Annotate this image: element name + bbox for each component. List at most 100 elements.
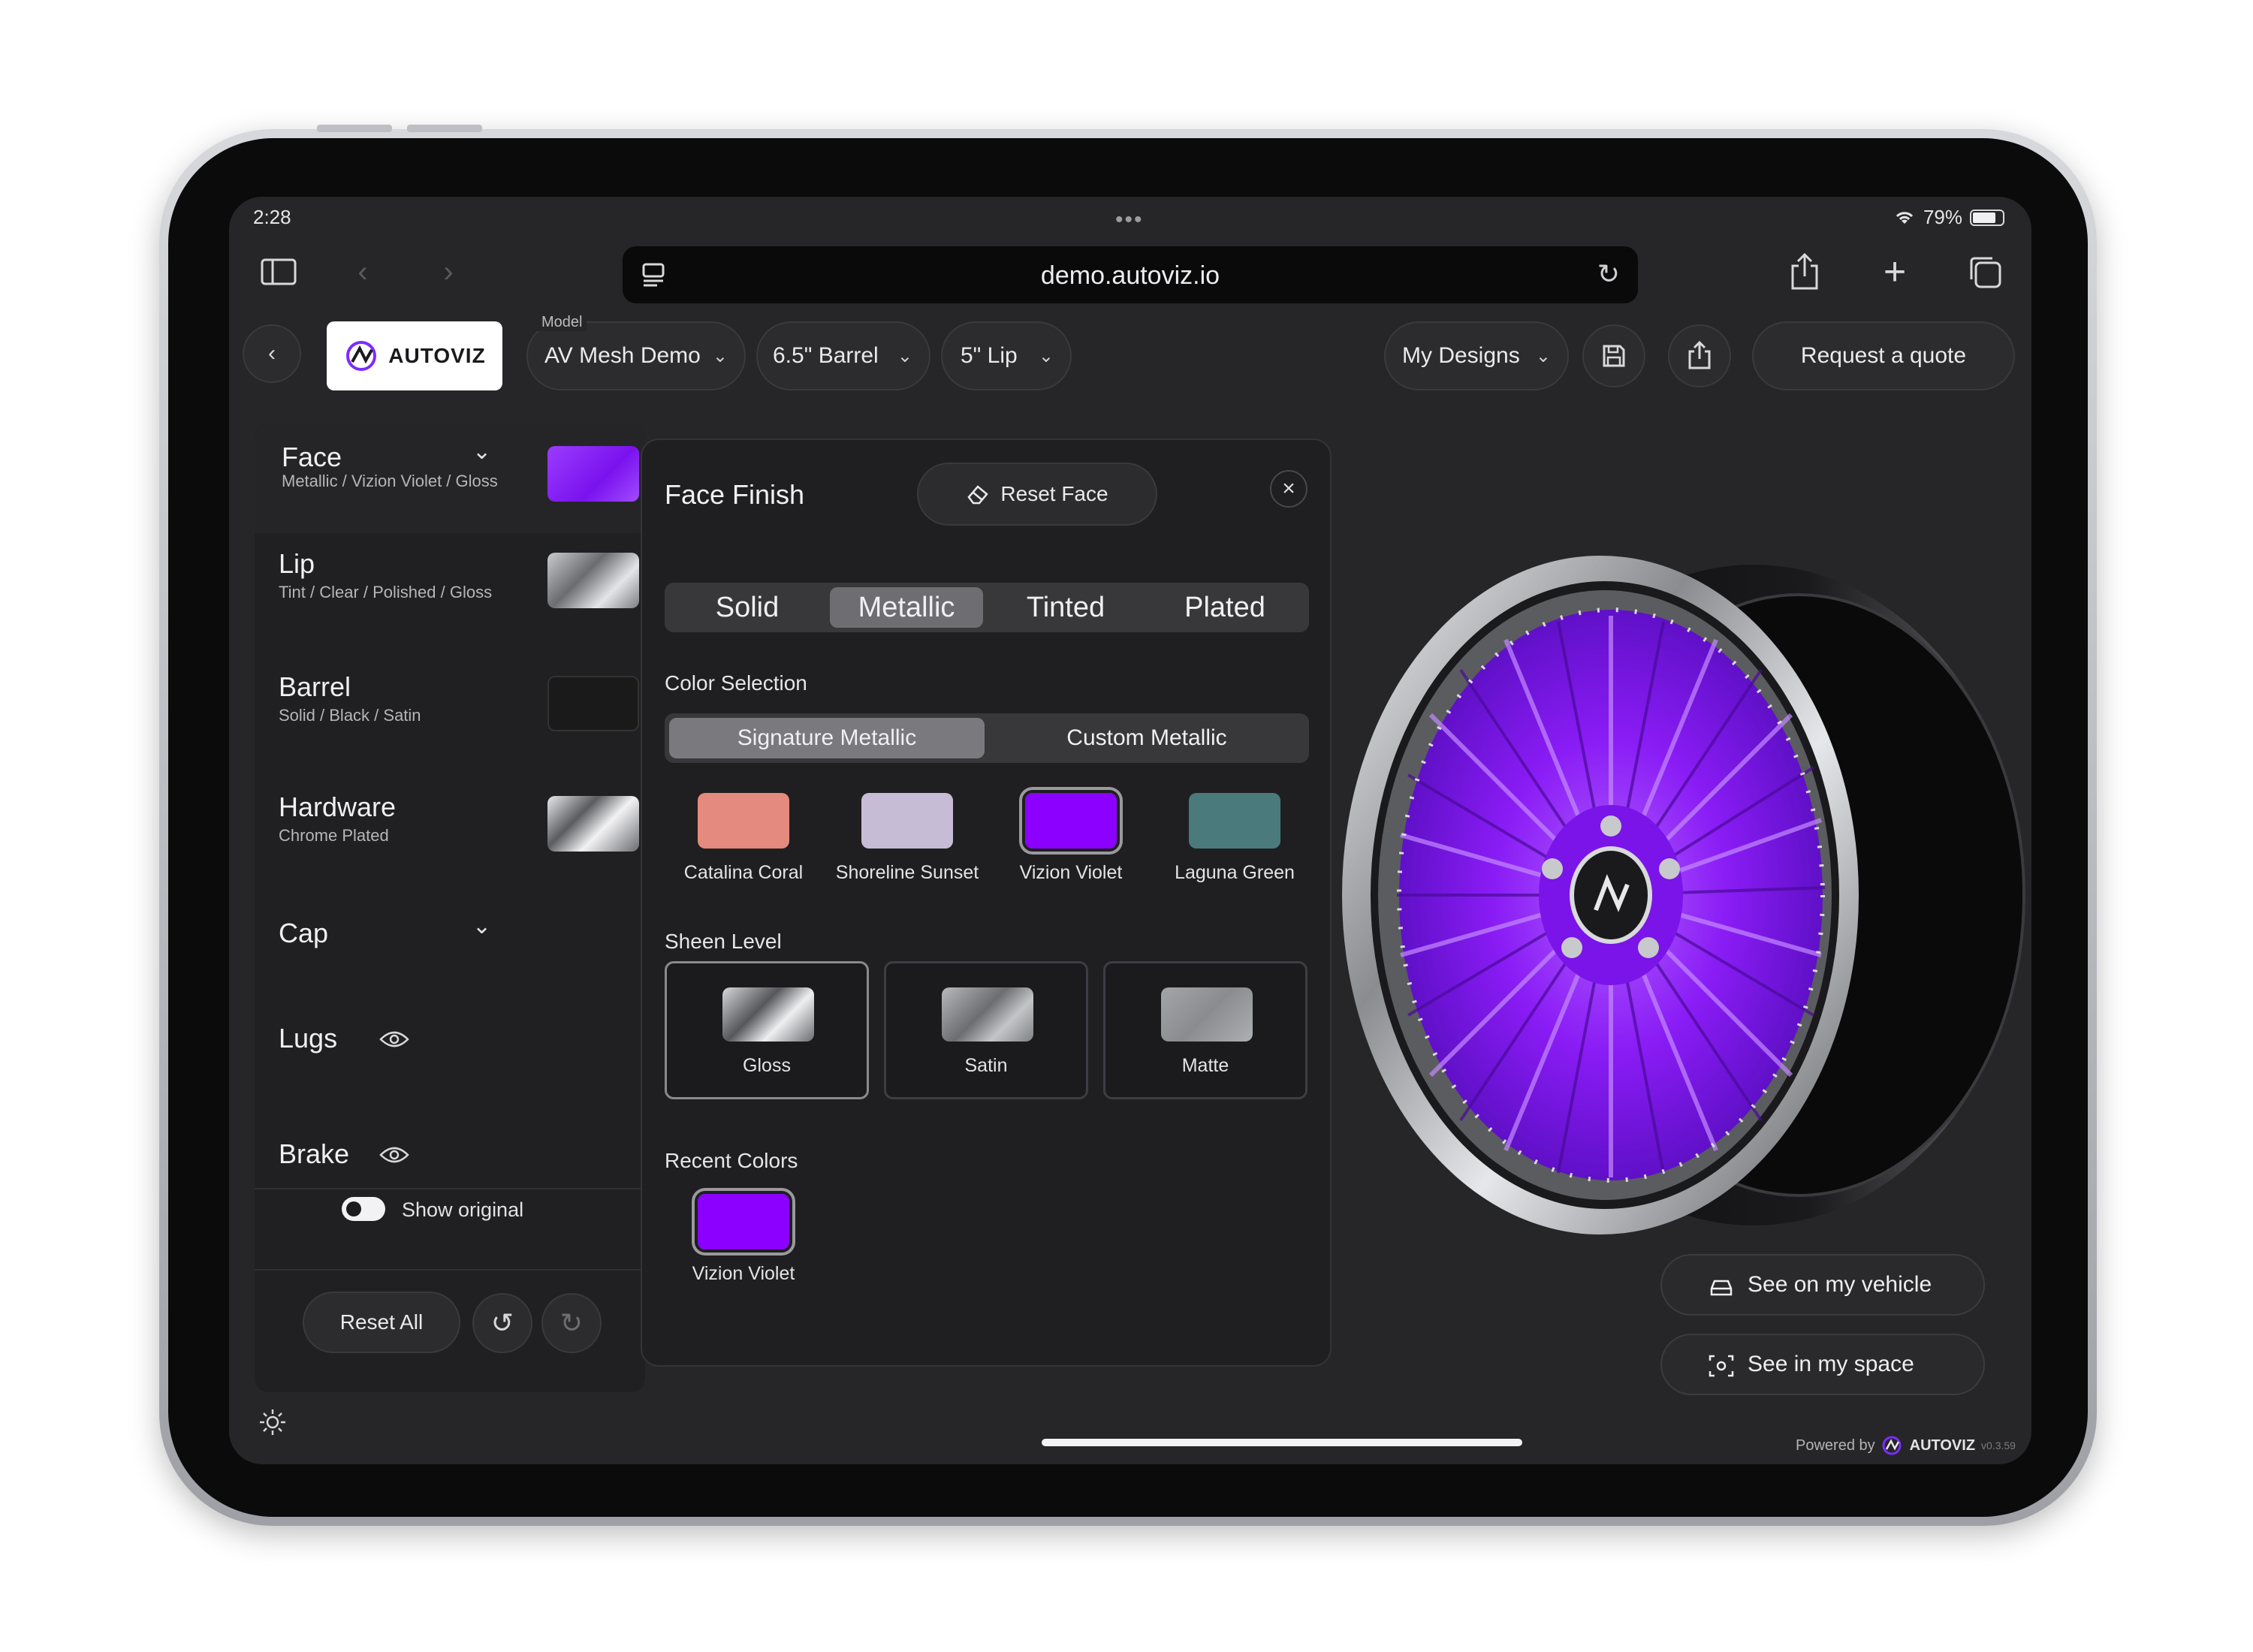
part-item-lip[interactable]: Lip Tint / Clear / Polished / Gloss: [255, 533, 645, 653]
autoviz-mark-icon: [1882, 1436, 1902, 1455]
screen: 2:28 ••• 79% ‹ › demo.autoviz.io ↻ + ‹ A…: [229, 197, 2031, 1464]
sheen-option-gloss[interactable]: Gloss: [665, 961, 869, 1099]
tab-tinted[interactable]: Tinted: [989, 587, 1142, 628]
part-sub: Tint / Clear / Polished / Gloss: [279, 583, 493, 601]
sheen-name: Gloss: [743, 1055, 791, 1076]
hardware-finish-thumb: [547, 796, 639, 852]
part-item-face[interactable]: Face Metallic / Vizion Violet / Gloss ⌄: [255, 424, 645, 533]
tab-plated[interactable]: Plated: [1148, 587, 1301, 628]
lip-value: 5" Lip: [961, 343, 1018, 368]
swatch-color[interactable]: [1022, 790, 1120, 852]
part-item-hardware[interactable]: Hardware Chrome Plated: [255, 773, 645, 894]
request-quote-button[interactable]: Request a quote: [1752, 321, 2015, 390]
share-icon: [1688, 341, 1711, 369]
address-bar[interactable]: demo.autoviz.io ↻: [623, 246, 1638, 303]
autoviz-logo: AUTOVIZ: [327, 321, 502, 390]
tab-solid[interactable]: Solid: [671, 587, 824, 628]
recent-colors-label: Recent Colors: [665, 1149, 798, 1172]
my-designs-select[interactable]: My Designs ⌄: [1384, 321, 1569, 390]
part-sub: Metallic / Vizion Violet / Gloss: [282, 472, 498, 490]
wheel-3d-render[interactable]: [1333, 550, 2031, 1241]
redo-button[interactable]: ↻: [541, 1293, 602, 1353]
chevron-down-icon: ⌄: [712, 345, 728, 366]
divider: [255, 1269, 645, 1271]
part-name: Face: [282, 442, 342, 472]
logo-text: AUTOVIZ: [388, 344, 486, 367]
powered-brand: AUTOVIZ: [1909, 1436, 1976, 1454]
autoviz-mark-icon: [346, 341, 377, 371]
sheen-option-matte[interactable]: Matte: [1103, 961, 1307, 1099]
color-source-tabs: Signature Metallic Custom Metallic: [665, 713, 1309, 763]
sheen-option-satin[interactable]: Satin: [884, 961, 1088, 1099]
swatch-item[interactable]: Shoreline Sunset: [828, 793, 986, 884]
part-sub: Chrome Plated: [279, 826, 389, 845]
share-icon[interactable]: [1784, 251, 1826, 293]
color-selection-label: Color Selection: [665, 671, 807, 695]
powered-by: Powered by AUTOVIZ v0.3.59: [1796, 1436, 2016, 1455]
sheen-thumb: [1161, 987, 1253, 1042]
part-name: Barrel: [279, 671, 351, 702]
barrel-select[interactable]: 6.5" Barrel ⌄: [756, 321, 930, 390]
part-item-cap[interactable]: Cap ⌄: [255, 894, 645, 999]
sheen-name: Satin: [964, 1055, 1008, 1076]
undo-button[interactable]: ↺: [472, 1293, 532, 1353]
lip-finish-thumb: [547, 553, 639, 608]
multitasking-dots-icon[interactable]: •••: [1115, 207, 1144, 233]
eye-icon[interactable]: [379, 1029, 409, 1050]
see-on-vehicle-label: See on my vehicle: [1748, 1272, 1932, 1297]
swatch-name: Vizion Violet: [692, 1263, 795, 1284]
swatch-item[interactable]: Laguna Green: [1156, 793, 1313, 884]
swatch-item-selected[interactable]: Vizion Violet: [992, 790, 1150, 884]
parts-panel: Face Metallic / Vizion Violet / Gloss ⌄ …: [255, 424, 645, 1392]
show-original-toggle[interactable]: [342, 1197, 385, 1221]
part-item-barrel[interactable]: Barrel Solid / Black / Satin: [255, 653, 645, 773]
swatch-color[interactable]: [698, 793, 789, 849]
see-on-vehicle-button[interactable]: See on my vehicle: [1660, 1254, 1985, 1316]
theme-toggle-sun-icon[interactable]: [258, 1407, 288, 1437]
part-sub: Solid / Black / Satin: [279, 706, 421, 725]
reload-icon[interactable]: ↻: [1597, 258, 1620, 290]
reset-all-label: Reset All: [339, 1310, 424, 1334]
back-button[interactable]: ‹: [243, 324, 301, 383]
tab-custom-metallic[interactable]: Custom Metallic: [989, 718, 1304, 758]
eraser-icon: [967, 485, 989, 505]
tabs-overview-icon[interactable]: [1964, 251, 2006, 293]
swatch-color[interactable]: [861, 793, 953, 849]
share-design-button[interactable]: [1668, 324, 1731, 387]
swatch-color[interactable]: [1189, 793, 1280, 849]
barrel-finish-thumb: [547, 676, 639, 731]
part-item-lugs[interactable]: Lugs: [255, 999, 645, 1111]
swatch-item[interactable]: Catalina Coral: [665, 793, 822, 884]
part-name: Hardware: [279, 791, 397, 822]
sidebar-toggle-icon[interactable]: [258, 251, 300, 293]
tab-signature-metallic[interactable]: Signature Metallic: [669, 718, 985, 758]
car-icon: [1710, 1280, 1733, 1296]
chevron-left-icon: ‹: [268, 341, 276, 366]
battery-icon: [1970, 209, 2004, 226]
lip-select[interactable]: 5" Lip ⌄: [941, 321, 1072, 390]
forward-arrow-icon[interactable]: ›: [427, 251, 469, 293]
back-arrow-icon[interactable]: ‹: [342, 251, 384, 293]
new-tab-icon[interactable]: +: [1874, 250, 1916, 294]
reset-all-button[interactable]: Reset All: [303, 1292, 460, 1353]
save-button[interactable]: [1582, 324, 1645, 387]
close-button[interactable]: ×: [1270, 470, 1307, 508]
recent-swatch-item[interactable]: Vizion Violet: [665, 1191, 822, 1285]
wifi-icon: [1896, 211, 1914, 224]
swatch-color[interactable]: [695, 1191, 792, 1253]
chevron-down-icon[interactable]: ⌄: [472, 439, 491, 465]
see-in-space-button[interactable]: See in my space: [1660, 1334, 1985, 1395]
model-select[interactable]: AV Mesh Demo ⌄: [526, 321, 746, 390]
chevron-down-icon: ⌄: [897, 345, 912, 366]
chevron-down-icon[interactable]: ⌄: [472, 913, 491, 939]
reset-face-button[interactable]: Reset Face: [917, 463, 1157, 526]
face-finish-panel: Face Finish Reset Face × Solid Metallic …: [641, 439, 1332, 1367]
sheen-level-label: Sheen Level: [665, 930, 782, 953]
swatch-name: Laguna Green: [1175, 862, 1295, 883]
home-indicator[interactable]: [1042, 1439, 1522, 1446]
sheen-thumb: [942, 987, 1033, 1042]
eye-icon[interactable]: [379, 1144, 409, 1165]
swatch-name: Shoreline Sunset: [835, 862, 979, 883]
tab-metallic[interactable]: Metallic: [830, 587, 983, 628]
volume-button: [407, 125, 482, 132]
